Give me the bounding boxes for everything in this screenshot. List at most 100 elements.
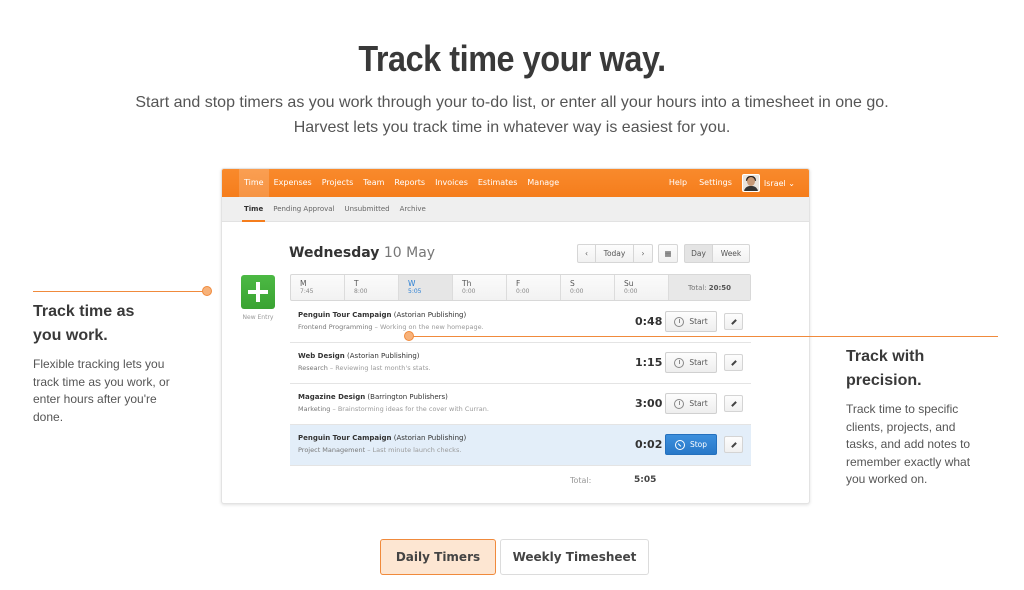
- week-day-monday[interactable]: M 7:45: [291, 275, 345, 300]
- week-day-friday[interactable]: F 0:00: [507, 275, 561, 300]
- daily-timers-tab[interactable]: Daily Timers: [380, 539, 496, 575]
- timer-button-label: Start: [689, 358, 708, 367]
- timer-button-label: Stop: [689, 440, 708, 449]
- right-callout-title-line1: Track with: [846, 348, 925, 365]
- nav-item-invoices[interactable]: Invoices: [430, 169, 473, 197]
- nav-item-estimates[interactable]: Estimates: [473, 169, 523, 197]
- time-entry: Magazine Design (Barrington Publishers) …: [290, 384, 751, 425]
- week-day-sunday[interactable]: Su 0:00: [615, 275, 669, 300]
- new-entry-button[interactable]: [241, 275, 275, 309]
- calendar-button[interactable]: ▦: [658, 244, 678, 263]
- stop-timer-button[interactable]: Stop: [665, 434, 717, 455]
- pencil-icon: [730, 318, 737, 325]
- project-name: Magazine Design: [298, 393, 366, 401]
- entry-task: Research – Reviewing last month's stats.: [298, 364, 431, 372]
- day-hours: 0:00: [570, 288, 584, 295]
- task-name: Research: [298, 364, 328, 372]
- client-name: (Astorian Publishing): [347, 352, 420, 360]
- avatar-body: [743, 186, 758, 191]
- entry-task: Frontend Programming – Working on the ne…: [298, 323, 484, 331]
- entry-task: Project Management – Last minute launch …: [298, 446, 461, 454]
- entry-time: 0:48: [635, 315, 663, 328]
- subnav-item-pending-approval[interactable]: Pending Approval: [268, 197, 339, 222]
- day-hours: 8:00: [354, 288, 368, 295]
- edit-entry-button[interactable]: [724, 436, 743, 453]
- nav-item-help[interactable]: Help: [663, 169, 693, 197]
- day-hours: 0:00: [516, 288, 530, 295]
- separator: –: [374, 323, 378, 331]
- prev-day-button[interactable]: ‹: [577, 244, 596, 263]
- entry-project: Web Design (Astorian Publishing): [298, 352, 420, 360]
- week-total-label: Total:: [687, 283, 707, 292]
- nav-item-time[interactable]: Time: [239, 169, 269, 197]
- week-total: Total: 20:50: [669, 275, 750, 300]
- week-total-value: 20:50: [708, 283, 731, 292]
- calendar-icon: ▦: [664, 249, 672, 258]
- day-label: F: [516, 279, 521, 288]
- hero-subtitle: Start and stop timers as you work throug…: [135, 94, 889, 136]
- entry-time: 1:15: [635, 356, 663, 369]
- project-name: Web Design: [298, 352, 345, 360]
- nav-item-team[interactable]: Team: [358, 169, 389, 197]
- pencil-icon: [730, 441, 737, 448]
- running-clock-icon: [674, 439, 685, 450]
- plus-icon-vertical: [256, 282, 260, 302]
- entry-project: Penguin Tour Campaign (Astorian Publishi…: [298, 311, 466, 319]
- entry-note: Brainstorming ideas for the cover with C…: [337, 405, 489, 413]
- today-button[interactable]: Today: [596, 244, 634, 263]
- nav-item-projects[interactable]: Projects: [317, 169, 359, 197]
- separator: –: [329, 364, 334, 372]
- day-total-label: Total:: [570, 476, 592, 485]
- subnav-item-archive[interactable]: Archive: [395, 197, 431, 222]
- week-day-wednesday[interactable]: W 5:05: [399, 275, 453, 300]
- edit-entry-button[interactable]: [724, 395, 743, 412]
- start-timer-button[interactable]: Start: [665, 393, 717, 414]
- left-callout-title-line1: Track time as: [33, 303, 135, 320]
- timer-button-label: Start: [689, 317, 708, 326]
- date-title: Wednesday 10 May: [289, 245, 435, 261]
- left-callout-text: Flexible tracking lets you track time as…: [33, 357, 170, 424]
- start-timer-button[interactable]: Start: [665, 311, 717, 332]
- nav-item-manage[interactable]: Manage: [522, 169, 564, 197]
- start-timer-button[interactable]: Start: [665, 352, 717, 373]
- date-weekday: Wednesday: [289, 245, 380, 261]
- entry-time: 3:00: [635, 397, 663, 410]
- day-total-value: 5:05: [634, 475, 657, 485]
- next-day-button[interactable]: ›: [634, 244, 653, 263]
- task-name: Project Management: [298, 446, 366, 454]
- left-callout-title: Track time as you work.: [33, 300, 134, 348]
- nav-item-reports[interactable]: Reports: [389, 169, 430, 197]
- entry-note: Last minute launch checks.: [372, 446, 462, 454]
- entry-time: 0:02: [635, 438, 663, 451]
- right-callout-text: Track time to specific clients, projects…: [846, 402, 971, 486]
- right-callout-title: Track with precision.: [846, 345, 924, 393]
- weekly-timesheet-tab[interactable]: Weekly Timesheet: [500, 539, 649, 575]
- separator: –: [332, 405, 336, 413]
- entry-project: Magazine Design (Barrington Publishers): [298, 393, 448, 401]
- user-menu[interactable]: Israel ⌄: [764, 179, 795, 188]
- nav-item-expenses[interactable]: Expenses: [269, 169, 317, 197]
- week-view-button[interactable]: Week: [713, 244, 750, 263]
- day-label: M: [300, 279, 307, 288]
- week-day-saturday[interactable]: S 0:00: [561, 275, 615, 300]
- avatar[interactable]: [741, 174, 760, 192]
- day-label: T: [354, 279, 359, 288]
- project-name: Penguin Tour Campaign: [298, 434, 392, 442]
- subnav-item-time[interactable]: Time: [239, 197, 268, 222]
- subnav-item-unsubmitted[interactable]: Unsubmitted: [340, 197, 395, 222]
- day-hours: 0:00: [624, 288, 638, 295]
- edit-entry-button[interactable]: [724, 313, 743, 330]
- pencil-icon: [730, 359, 737, 366]
- day-view-button[interactable]: Day: [684, 244, 713, 263]
- day-label: Th: [462, 279, 472, 288]
- task-name: Marketing: [298, 405, 331, 413]
- new-entry-label: New Entry: [242, 314, 274, 321]
- clock-icon: [674, 357, 685, 368]
- week-day-thursday[interactable]: Th 0:00: [453, 275, 507, 300]
- project-name: Penguin Tour Campaign: [298, 311, 392, 319]
- edit-entry-button[interactable]: [724, 354, 743, 371]
- week-day-tuesday[interactable]: T 8:00: [345, 275, 399, 300]
- nav-item-settings[interactable]: Settings: [693, 169, 738, 197]
- left-callout-line: [33, 291, 203, 292]
- time-entry-running: Penguin Tour Campaign (Astorian Publishi…: [290, 425, 751, 466]
